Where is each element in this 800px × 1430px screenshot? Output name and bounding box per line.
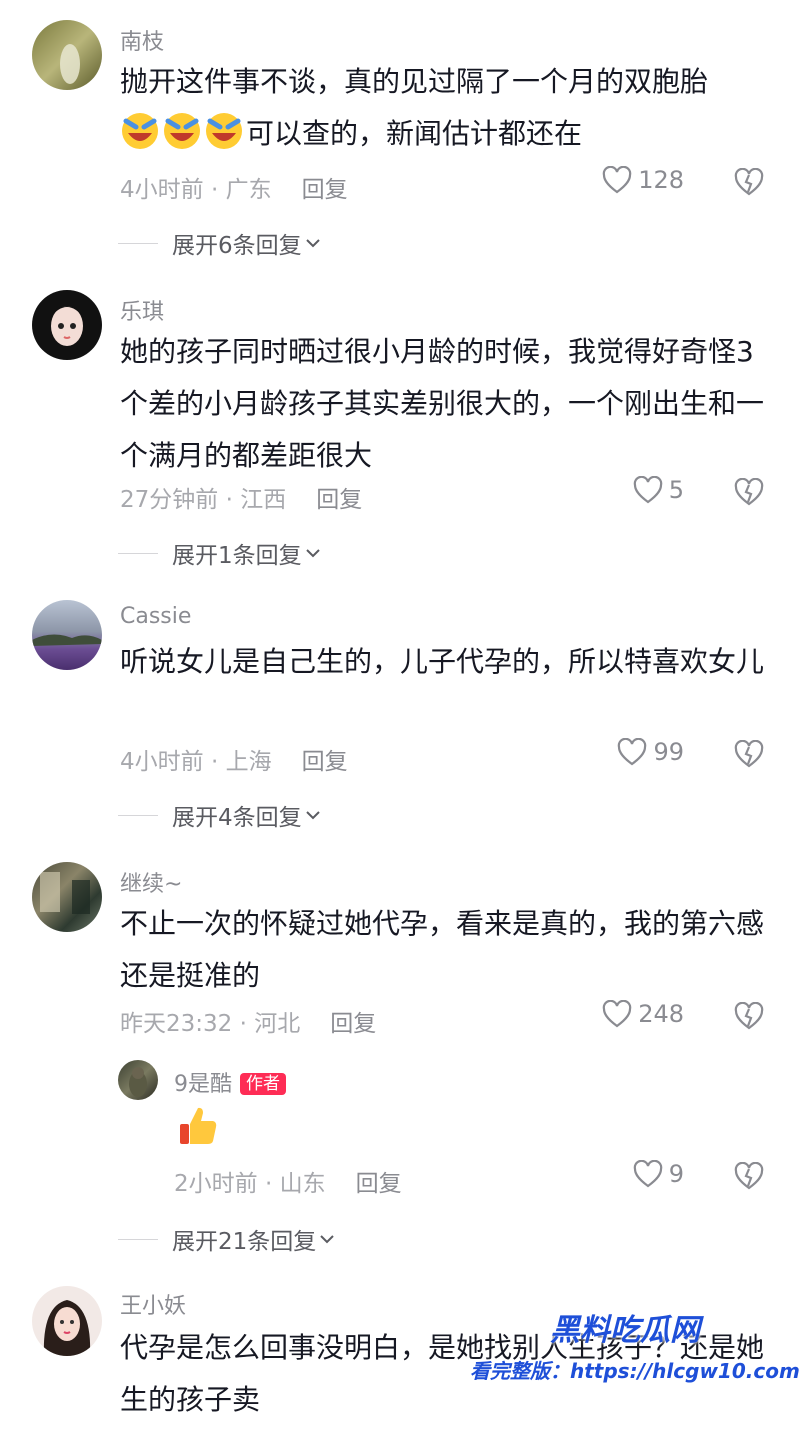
comment-text: 不止一次的怀疑过她代孕，看来是真的，我的第六感还是挺准的 (120, 907, 765, 992)
heart-icon (618, 738, 647, 766)
expand-replies-button[interactable]: 展开21条回复 (118, 1222, 338, 1256)
avatar[interactable] (32, 862, 102, 932)
username[interactable]: 继续~ (120, 866, 182, 898)
time-location: 2小时前 · 山东 (174, 1171, 326, 1197)
time-location: 27分钟前 · 江西 (120, 487, 287, 513)
dislike-button[interactable] (734, 167, 764, 200)
comment-text: 听说女儿是自己生的，儿子代孕的，所以特喜欢女儿 (120, 645, 765, 678)
like-count: 5 (668, 476, 684, 504)
thumbs-up-emoji (180, 1107, 217, 1144)
like-button[interactable]: 99 (617, 738, 684, 766)
dislike-button[interactable] (734, 477, 764, 510)
expand-replies-button[interactable]: 展开6条回复 (118, 226, 324, 260)
divider-line (118, 814, 158, 816)
chevron-down-icon (305, 549, 320, 558)
username[interactable]: 南枝 (120, 24, 164, 56)
chevron-down-icon (305, 811, 320, 820)
username[interactable]: 王小妖 (120, 1288, 186, 1320)
watermark-url: 看完整版：https://hlcgw10.com (470, 1359, 800, 1383)
dislike-button[interactable] (734, 739, 764, 772)
comment-text: 抛开这件事不谈，真的见过隔了一个月的双胞胎 可以查的，新闻估计都还在 (120, 56, 770, 160)
like-button[interactable]: 128 (602, 166, 684, 194)
watermark-title: 黑料吃瓜网 (550, 1313, 700, 1348)
broken-heart-icon (734, 1001, 764, 1030)
grinning-crying-emoji (206, 113, 242, 149)
grinning-crying-emoji (122, 113, 158, 149)
broken-heart-icon (734, 739, 764, 768)
reply-meta: 2小时前 · 山东 回复 (174, 1164, 402, 1198)
dislike-button[interactable] (734, 1001, 764, 1034)
divider-line (118, 552, 158, 554)
username[interactable]: 乐琪 (120, 294, 164, 326)
broken-heart-icon (734, 477, 764, 506)
watermark: 黑料吃瓜网 看完整版：https://hlcgw10.com (470, 1305, 800, 1384)
heart-icon (633, 476, 662, 504)
like-count: 128 (638, 166, 684, 194)
reply-button[interactable]: 回复 (356, 1171, 402, 1197)
comment-text-line-2: 可以查的，新闻估计都还在 (120, 108, 770, 160)
comment-meta: 4小时前 · 上海 回复 (120, 742, 348, 776)
like-button[interactable]: 248 (602, 1000, 684, 1028)
broken-heart-icon (734, 167, 764, 196)
comment-text-line: 抛开这件事不谈，真的见过隔了一个月的双胞胎 (120, 65, 709, 98)
avatar[interactable] (32, 600, 102, 670)
avatar[interactable] (32, 1286, 102, 1356)
like-count: 248 (638, 1000, 684, 1028)
heart-icon (602, 1000, 632, 1028)
expand-label: 展开21条回复 (172, 1229, 317, 1255)
like-count: 9 (668, 1160, 684, 1188)
reply-button[interactable]: 回复 (302, 749, 348, 775)
divider-line (118, 242, 158, 244)
reply-button[interactable]: 回复 (330, 1011, 376, 1037)
comment-meta: 27分钟前 · 江西 回复 (120, 480, 362, 514)
comment-text: 她的孩子同时晒过很小月龄的时候，我觉得好奇怪3个差的小月龄孩子其实差别很大的，一… (120, 335, 765, 472)
chevron-down-icon (305, 239, 320, 248)
like-button[interactable]: 9 (633, 1160, 684, 1188)
like-button[interactable]: 5 (633, 476, 684, 504)
heart-icon (602, 166, 632, 194)
grinning-crying-emoji (164, 113, 200, 149)
time-location: 昨天23:32 · 河北 (120, 1011, 301, 1037)
reply-avatar[interactable] (118, 1060, 158, 1100)
reply-username: 9是酷 作者 (174, 1066, 286, 1098)
dislike-button[interactable] (734, 1161, 764, 1194)
author-badge: 作者 (240, 1073, 286, 1095)
expand-label: 展开4条回复 (172, 805, 302, 831)
time-location: 4小时前 · 上海 (120, 749, 272, 775)
username[interactable]: Cassie (120, 604, 191, 629)
reply-button[interactable]: 回复 (316, 487, 362, 513)
reply-button[interactable]: 回复 (302, 177, 348, 203)
reply-username-text[interactable]: 9是酷 (174, 1072, 232, 1097)
comment-meta: 昨天23:32 · 河北 回复 (120, 1004, 376, 1038)
chevron-down-icon (320, 1235, 334, 1244)
time-location: 4小时前 · 广东 (120, 177, 272, 203)
expand-label: 展开1条回复 (172, 543, 302, 569)
avatar[interactable] (32, 20, 102, 90)
avatar[interactable] (32, 290, 102, 360)
heart-icon (633, 1160, 662, 1188)
expand-label: 展开6条回复 (172, 233, 302, 259)
expand-replies-button[interactable]: 展开1条回复 (118, 536, 324, 570)
broken-heart-icon (734, 1161, 764, 1190)
expand-replies-button[interactable]: 展开4条回复 (118, 798, 324, 832)
comment-meta: 4小时前 · 广东 回复 (120, 170, 348, 204)
like-count: 99 (653, 738, 684, 766)
comment-text-tail: 可以查的，新闻估计都还在 (246, 117, 583, 150)
divider-line (118, 1238, 158, 1240)
